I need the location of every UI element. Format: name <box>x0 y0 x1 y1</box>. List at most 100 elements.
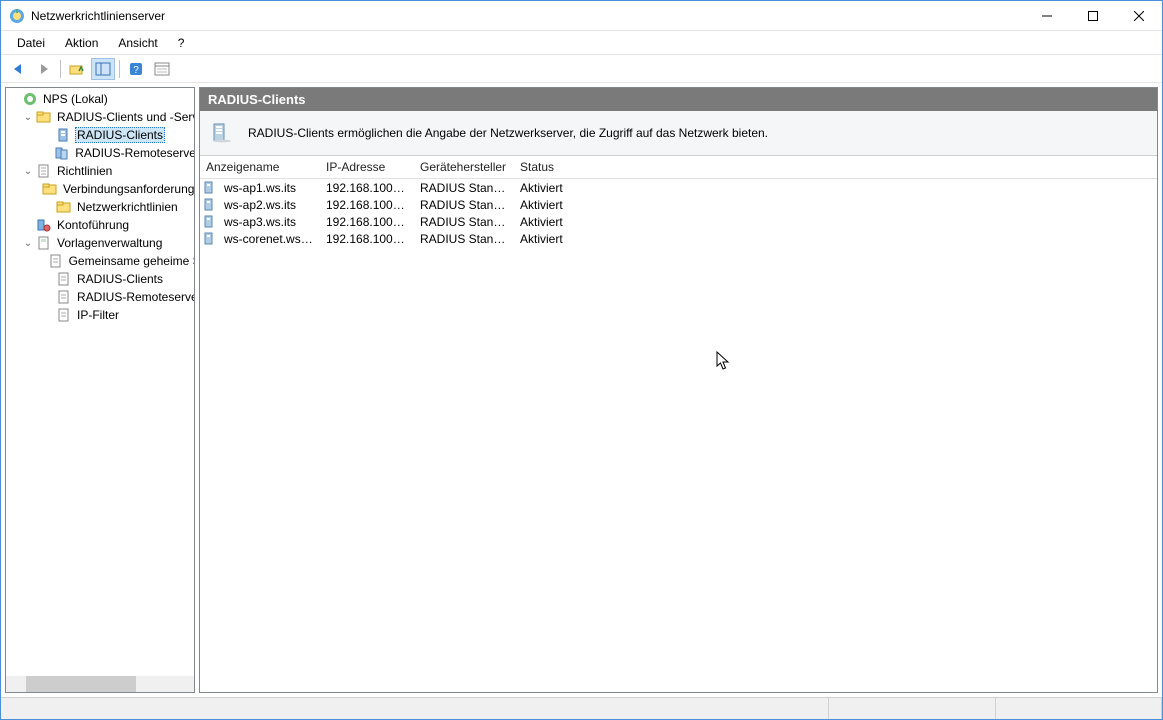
chevron-down-icon[interactable]: ⌄ <box>20 238 36 249</box>
tree-item-radius-clients[interactable]: RADIUS-Clients <box>6 126 195 144</box>
status-bar <box>1 697 1162 719</box>
tree-item-verbindungsanforderung[interactable]: Verbindungsanforderungsrichtlinien <box>6 180 195 198</box>
tree-node-richtlinien[interactable]: ⌄ Richtlinien <box>6 162 195 180</box>
folder-icon <box>56 199 72 215</box>
table-host[interactable]: Anzeigename IP-Adresse Gerätehersteller … <box>200 156 1157 692</box>
back-button[interactable] <box>6 58 30 80</box>
status-section <box>996 698 1162 719</box>
status-section <box>1 698 829 719</box>
client-icon <box>202 198 216 212</box>
horizontal-scrollbar[interactable] <box>6 676 194 692</box>
cell-ip: 192.168.100.153 <box>320 215 414 229</box>
cursor-icon <box>716 351 732 373</box>
cell-name: ws-corenet.ws.its <box>218 232 320 246</box>
col-anzeigename[interactable]: Anzeigename <box>200 156 320 178</box>
up-folder-button[interactable] <box>65 58 89 80</box>
table-row[interactable]: ws-ap2.ws.its192.168.100.152RADIUS Stand… <box>200 196 1157 213</box>
cell-status: Aktiviert <box>514 215 584 229</box>
help-icon: ? <box>128 61 144 77</box>
toolbar: ? <box>1 55 1162 83</box>
tree-item-radius-remote-groups[interactable]: RADIUS-Remoteservergruppen <box>6 144 195 162</box>
menu-datei[interactable]: Datei <box>7 33 55 53</box>
properties-button[interactable] <box>150 58 174 80</box>
close-button[interactable] <box>1116 1 1162 31</box>
tree-item-template-radius-remote[interactable]: RADIUS-Remoteserver <box>6 288 195 306</box>
svg-text:?: ? <box>133 65 139 76</box>
sheet-icon <box>36 163 52 179</box>
forward-arrow-icon <box>36 61 52 77</box>
accounting-icon <box>36 217 52 233</box>
client-icon <box>202 232 216 246</box>
window-list-icon <box>154 61 170 77</box>
tree-item-ip-filter[interactable]: IP-Filter <box>6 306 195 324</box>
back-arrow-icon <box>10 61 26 77</box>
sheet-icon <box>56 289 72 305</box>
forward-button[interactable] <box>32 58 56 80</box>
panes-icon <box>95 61 111 77</box>
cell-name: ws-ap2.ws.its <box>218 198 320 212</box>
minimize-button[interactable] <box>1024 1 1070 31</box>
close-icon <box>1134 11 1144 21</box>
col-status[interactable]: Status <box>514 156 584 178</box>
cell-name: ws-ap1.ws.its <box>218 181 320 195</box>
title-bar: Netzwerkrichtlinienserver <box>1 1 1162 31</box>
window-title: Netzwerkrichtlinienserver <box>31 9 1024 23</box>
table-row[interactable]: ws-ap3.ws.its192.168.100.153RADIUS Stand… <box>200 213 1157 230</box>
main-pane: RADIUS-Clients RADIUS-Clients ermögliche… <box>199 87 1158 693</box>
tree-item-netzwerkrichtlinien[interactable]: Netzwerkrichtlinien <box>6 198 195 216</box>
cell-name: ws-ap3.ws.its <box>218 215 320 229</box>
col-ip[interactable]: IP-Adresse <box>320 156 414 178</box>
table-row[interactable]: ws-corenet.ws.its192.168.100.247RADIUS S… <box>200 230 1157 247</box>
chevron-down-icon[interactable]: ⌄ <box>20 112 36 123</box>
app-icon <box>9 8 25 24</box>
server-icon <box>56 127 72 143</box>
scroll-thumb[interactable] <box>26 676 136 692</box>
toolbar-separator <box>119 60 120 78</box>
pane-title: RADIUS-Clients <box>200 88 1157 111</box>
cell-vendor: RADIUS Standard <box>414 215 514 229</box>
cell-status: Aktiviert <box>514 198 584 212</box>
cell-vendor: RADIUS Standard <box>414 198 514 212</box>
servers-icon <box>54 145 70 161</box>
description-bar: RADIUS-Clients ermöglichen die Angabe de… <box>200 111 1157 156</box>
sheet-icon <box>56 307 72 323</box>
menu-aktion[interactable]: Aktion <box>55 33 108 53</box>
cell-ip: 192.168.100.247 <box>320 232 414 246</box>
table-header: Anzeigename IP-Adresse Gerätehersteller … <box>200 156 1157 179</box>
cell-status: Aktiviert <box>514 232 584 246</box>
tree-root[interactable]: NPS (Lokal) <box>6 90 195 108</box>
cell-vendor: RADIUS Standard <box>414 232 514 246</box>
client-icon <box>202 215 216 229</box>
menu-ansicht[interactable]: Ansicht <box>108 33 167 53</box>
nps-icon <box>22 91 38 107</box>
cell-vendor: RADIUS Standard <box>414 181 514 195</box>
menu-bar: Datei Aktion Ansicht ? <box>1 31 1162 55</box>
maximize-button[interactable] <box>1070 1 1116 31</box>
menu-help[interactable]: ? <box>168 33 195 53</box>
tree-node-kontofuehrung[interactable]: Kontoführung <box>6 216 195 234</box>
tree-node-radius-clients-servers[interactable]: ⌄ RADIUS-Clients und -Server <box>6 108 195 126</box>
tree-pane[interactable]: NPS (Lokal) ⌄ RADIUS-Clients und -Server… <box>5 87 195 693</box>
help-button[interactable]: ? <box>124 58 148 80</box>
minimize-icon <box>1042 11 1052 21</box>
show-tree-button[interactable] <box>91 58 115 80</box>
col-vendor[interactable]: Gerätehersteller <box>414 156 514 178</box>
tree-item-template-radius-clients[interactable]: RADIUS-Clients <box>6 270 195 288</box>
content-area: NPS (Lokal) ⌄ RADIUS-Clients und -Server… <box>1 83 1162 697</box>
folder-up-icon <box>69 61 85 77</box>
cell-status: Aktiviert <box>514 181 584 195</box>
cell-ip: 192.168.100.151 <box>320 181 414 195</box>
tree-item-shared-secret[interactable]: Gemeinsame geheime Schlüssel <box>6 252 195 270</box>
table-row[interactable]: ws-ap1.ws.its192.168.100.151RADIUS Stand… <box>200 179 1157 196</box>
maximize-icon <box>1088 11 1098 21</box>
folder-icon <box>36 109 52 125</box>
server-large-icon <box>210 123 234 143</box>
toolbar-separator <box>60 60 61 78</box>
template-icon <box>36 235 52 251</box>
tree-node-vorlagenverwaltung[interactable]: ⌄ Vorlagenverwaltung <box>6 234 195 252</box>
folder-icon <box>42 181 58 197</box>
sheet-icon <box>48 253 64 269</box>
chevron-down-icon[interactable]: ⌄ <box>20 166 36 177</box>
client-icon <box>202 181 216 195</box>
status-section <box>829 698 995 719</box>
